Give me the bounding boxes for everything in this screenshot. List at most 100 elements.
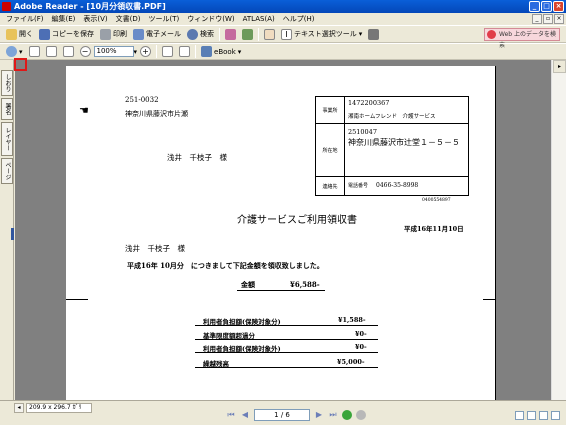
print-button[interactable]: 印刷: [97, 27, 130, 41]
amount-value: ¥6,588-: [290, 280, 320, 289]
menu-file[interactable]: ファイル(F): [2, 13, 48, 25]
text-select-button[interactable]: I テキスト選択ツール ▾: [278, 27, 365, 41]
save-copy-button[interactable]: コピーを保存: [36, 27, 97, 41]
office-label: 事業所: [316, 97, 345, 123]
document-view[interactable]: 251-0032 神奈川県藤沢市片瀬 ☚ 浅井 千枝子 様 事業所 147220…: [15, 60, 551, 400]
chevron-down-icon[interactable]: ▾: [359, 30, 363, 38]
menu-view[interactable]: 表示(V): [79, 13, 111, 25]
tab-pages[interactable]: ページ: [1, 158, 13, 184]
menu-atlas[interactable]: ATLAS(A): [239, 13, 279, 25]
amount-underline: [237, 290, 325, 291]
fit-width-icon: [62, 46, 74, 57]
doc-minimize-button[interactable]: _: [532, 14, 542, 24]
menu-window[interactable]: ウィンドウ(W): [183, 13, 238, 25]
location-address: 神奈川県藤沢市辻堂１－５－５: [348, 138, 460, 147]
continuous-facing-button[interactable]: [551, 411, 560, 420]
search-button[interactable]: 検索: [184, 27, 217, 41]
breakdown-value: ¥0-: [355, 330, 367, 338]
maximize-button[interactable]: □: [541, 1, 552, 12]
phone-label: 電話番号: [348, 183, 369, 189]
ebook-button[interactable]: eBook ▾: [198, 45, 244, 59]
phone-number: 0466-35-8998: [376, 182, 419, 189]
separator: [258, 27, 259, 41]
doc-restore-button[interactable]: ▫: [543, 14, 553, 24]
email-icon: [133, 28, 144, 40]
receipt-statement: 平成16年 10月分 につきまして下記金額を領収致しました。: [127, 261, 324, 270]
chevron-down-icon[interactable]: ▾: [19, 48, 23, 56]
zoom-out-button[interactable]: −: [77, 45, 94, 59]
tab-bookmarks[interactable]: しおり: [1, 70, 13, 96]
doc-close-button[interactable]: ×: [554, 14, 564, 24]
breakdown-value: ¥0-: [355, 343, 367, 351]
chevron-down-icon[interactable]: ▾: [238, 48, 242, 56]
go-back-icon[interactable]: [342, 410, 352, 420]
highlighted-options-button[interactable]: [14, 58, 27, 71]
facing-button[interactable]: [539, 411, 548, 420]
last-page-button[interactable]: ⏭: [328, 410, 338, 420]
recipient-name-2: 浅井 千枝子 様: [125, 244, 185, 253]
separator: [156, 45, 158, 58]
zoom-tool-button[interactable]: ▾: [3, 45, 26, 59]
minimize-button[interactable]: _: [529, 1, 540, 12]
menu-tools[interactable]: ツール(T): [145, 13, 184, 25]
go-forward-icon[interactable]: [356, 410, 366, 420]
panel-splitter[interactable]: [11, 228, 14, 240]
menu-bar: ファイル(F) 編集(E) 表示(V) 文書(D) ツール(T) ウィンドウ(W…: [0, 13, 566, 25]
tab-layers[interactable]: レイヤー: [1, 122, 13, 156]
accessibility-button[interactable]: [239, 27, 256, 41]
zoom-field[interactable]: 100%: [93, 46, 134, 57]
ebook-icon: [201, 46, 213, 57]
scroll-up-icon[interactable]: ▸: [553, 60, 566, 73]
page-navigation: ⏮ ◀ 1 / 6 ▶ ⏭: [226, 409, 366, 421]
next-page-button[interactable]: ▶: [314, 410, 324, 420]
menu-help[interactable]: ヘルプ(H): [279, 13, 319, 25]
rotate-ccw-button[interactable]: [159, 45, 176, 59]
issue-date: 平成16年11月10日: [404, 225, 464, 233]
disk-icon: [39, 28, 50, 40]
vertical-scrollbar[interactable]: ▸: [551, 60, 566, 400]
continuous-button[interactable]: [527, 411, 536, 420]
email-button[interactable]: 電子メール: [130, 27, 184, 41]
document-number: 0400554897: [422, 198, 451, 203]
contact-row: 連絡先 電話番号 0466-35-8998: [316, 177, 468, 196]
fold-mark-right: [483, 299, 496, 300]
scroll-left-icon[interactable]: ◂: [14, 403, 24, 413]
menu-edit[interactable]: 編集(E): [48, 13, 80, 25]
adobe-reader-icon: [2, 2, 11, 11]
breakdown-rule: [195, 339, 378, 340]
location-label: 所在地: [316, 124, 345, 176]
document-title: 介護サービスご利用領収書: [237, 215, 357, 226]
page-number-field[interactable]: 1 / 6: [254, 409, 310, 421]
fit-width-button[interactable]: [60, 45, 77, 59]
tab-signatures[interactable]: 署名: [1, 98, 13, 120]
actual-size-button[interactable]: [26, 45, 43, 59]
fold-mark-left: [66, 299, 88, 300]
office-row: 事業所 1472200367 湘南ホームフレンド 介護サービス: [316, 97, 468, 124]
fit-page-button[interactable]: [43, 45, 60, 59]
sign-button[interactable]: [222, 27, 239, 41]
app-window: Adobe Reader - [10月分領収書.PDF] _ □ × ファイル(…: [0, 0, 566, 425]
pen-icon: [225, 28, 236, 40]
pdf-page: 251-0032 神奈川県藤沢市片瀬 ☚ 浅井 千枝子 様 事業所 147220…: [66, 66, 496, 400]
close-button[interactable]: ×: [553, 1, 564, 12]
web-search-button[interactable]: Web 上のデータを検索: [484, 28, 560, 49]
single-page-button[interactable]: [515, 411, 524, 420]
breakdown-value: ¥1,588-: [338, 316, 366, 324]
page-layout-buttons: [515, 411, 560, 420]
rotate-cw-button[interactable]: [176, 45, 193, 59]
menu-document[interactable]: 文書(D): [112, 13, 145, 25]
office-name: 湘南ホームフレンド 介護サービス: [348, 114, 436, 120]
open-button[interactable]: 開く: [3, 27, 36, 41]
rotate-right-icon: [179, 46, 191, 57]
first-page-button[interactable]: ⏮: [226, 410, 236, 420]
snapshot-button[interactable]: [365, 27, 382, 41]
previous-page-button[interactable]: ◀: [240, 410, 250, 420]
fit-page-icon: [45, 46, 57, 57]
camera-icon: [368, 28, 380, 40]
separator: [219, 27, 220, 41]
breakdown-value: ¥5,000-: [337, 358, 365, 366]
hand-icon: [264, 28, 275, 40]
zoom-in-button[interactable]: +: [137, 45, 154, 59]
hand-tool-button[interactable]: [261, 27, 278, 41]
text-cursor-icon: I: [281, 28, 292, 40]
